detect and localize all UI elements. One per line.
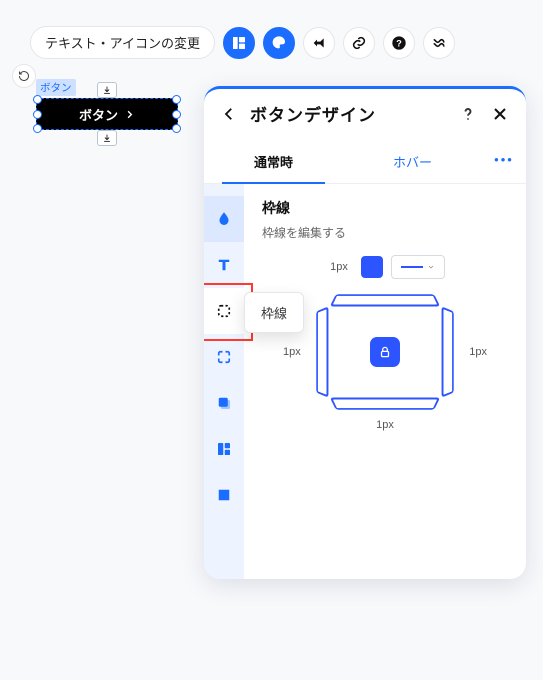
section-title: 枠線 <box>262 198 508 218</box>
border-bottom-value: 1px <box>376 419 394 431</box>
animation-button[interactable] <box>303 27 335 59</box>
chevron-down-icon <box>427 263 435 271</box>
change-text-icon-pill[interactable]: テキスト・アイコンの変更 <box>30 26 215 59</box>
border-box-editor[interactable]: 1px 1px 1px <box>315 293 455 411</box>
more-button[interactable] <box>423 27 455 59</box>
panel-title: ボタンデザイン <box>250 101 446 126</box>
tab-hover[interactable]: ホバー <box>343 140 482 183</box>
button-element[interactable]: ボタン <box>36 98 178 130</box>
border-lock-toggle[interactable] <box>370 337 400 367</box>
border-top-value: 1px <box>325 261 353 273</box>
link-button[interactable] <box>343 27 375 59</box>
tab-more[interactable]: ••• <box>482 140 526 183</box>
panel-content: 枠線 枠線を編集する 1px 1px 1px 1p <box>244 184 526 579</box>
section-subtitle: 枠線を編集する <box>262 224 508 241</box>
design-button[interactable] <box>263 27 295 59</box>
border-color-swatch[interactable] <box>361 256 383 278</box>
anchor-top[interactable] <box>97 82 117 98</box>
element-type-badge: ボタン <box>36 79 76 96</box>
tab-normal[interactable]: 通常時 <box>204 140 343 183</box>
border-right-value: 1px <box>469 346 487 358</box>
close-button[interactable] <box>490 104 510 124</box>
border-left-value: 1px <box>283 346 301 358</box>
border-edge-top[interactable] <box>330 294 440 306</box>
rail-item-shadow[interactable] <box>204 380 244 426</box>
button-element-text: ボタン <box>79 105 118 124</box>
design-panel: ボタンデザイン 通常時 ホバー ••• 枠線 <box>204 86 526 579</box>
rail-item-text[interactable] <box>204 242 244 288</box>
border-edge-bottom[interactable] <box>330 398 440 410</box>
border-style-select[interactable] <box>391 255 445 279</box>
resize-handle[interactable] <box>172 110 181 119</box>
rail-tooltip: 枠線 <box>244 292 304 333</box>
rail-item-border[interactable]: 枠線 <box>204 288 244 334</box>
border-edge-left[interactable] <box>316 306 328 397</box>
property-rail: 枠線 <box>204 184 244 579</box>
panel-header: ボタンデザイン <box>204 89 526 134</box>
resize-handle[interactable] <box>172 95 181 104</box>
chevron-right-icon <box>124 109 135 120</box>
resize-handle[interactable] <box>33 110 42 119</box>
border-edge-right[interactable] <box>442 306 454 397</box>
top-toolbar: テキスト・アイコンの変更 ? <box>30 26 455 59</box>
rail-item-layout[interactable] <box>204 426 244 472</box>
back-button[interactable] <box>220 105 238 123</box>
svg-text:?: ? <box>396 38 402 48</box>
resize-handle[interactable] <box>172 124 181 133</box>
help-button[interactable]: ? <box>383 27 415 59</box>
rail-item-corners[interactable] <box>204 334 244 380</box>
undo-button[interactable] <box>12 64 36 88</box>
rail-item-image[interactable] <box>204 472 244 518</box>
selected-element[interactable]: ボタン ボタン <box>36 78 178 130</box>
layout-button[interactable] <box>223 27 255 59</box>
panel-help-button[interactable] <box>458 104 478 124</box>
line-style-preview <box>401 266 423 268</box>
resize-handle[interactable] <box>33 95 42 104</box>
state-tabs: 通常時 ホバー ••• <box>204 140 526 184</box>
anchor-bottom[interactable] <box>97 130 117 146</box>
resize-handle[interactable] <box>33 124 42 133</box>
rail-item-fill[interactable] <box>204 196 244 242</box>
